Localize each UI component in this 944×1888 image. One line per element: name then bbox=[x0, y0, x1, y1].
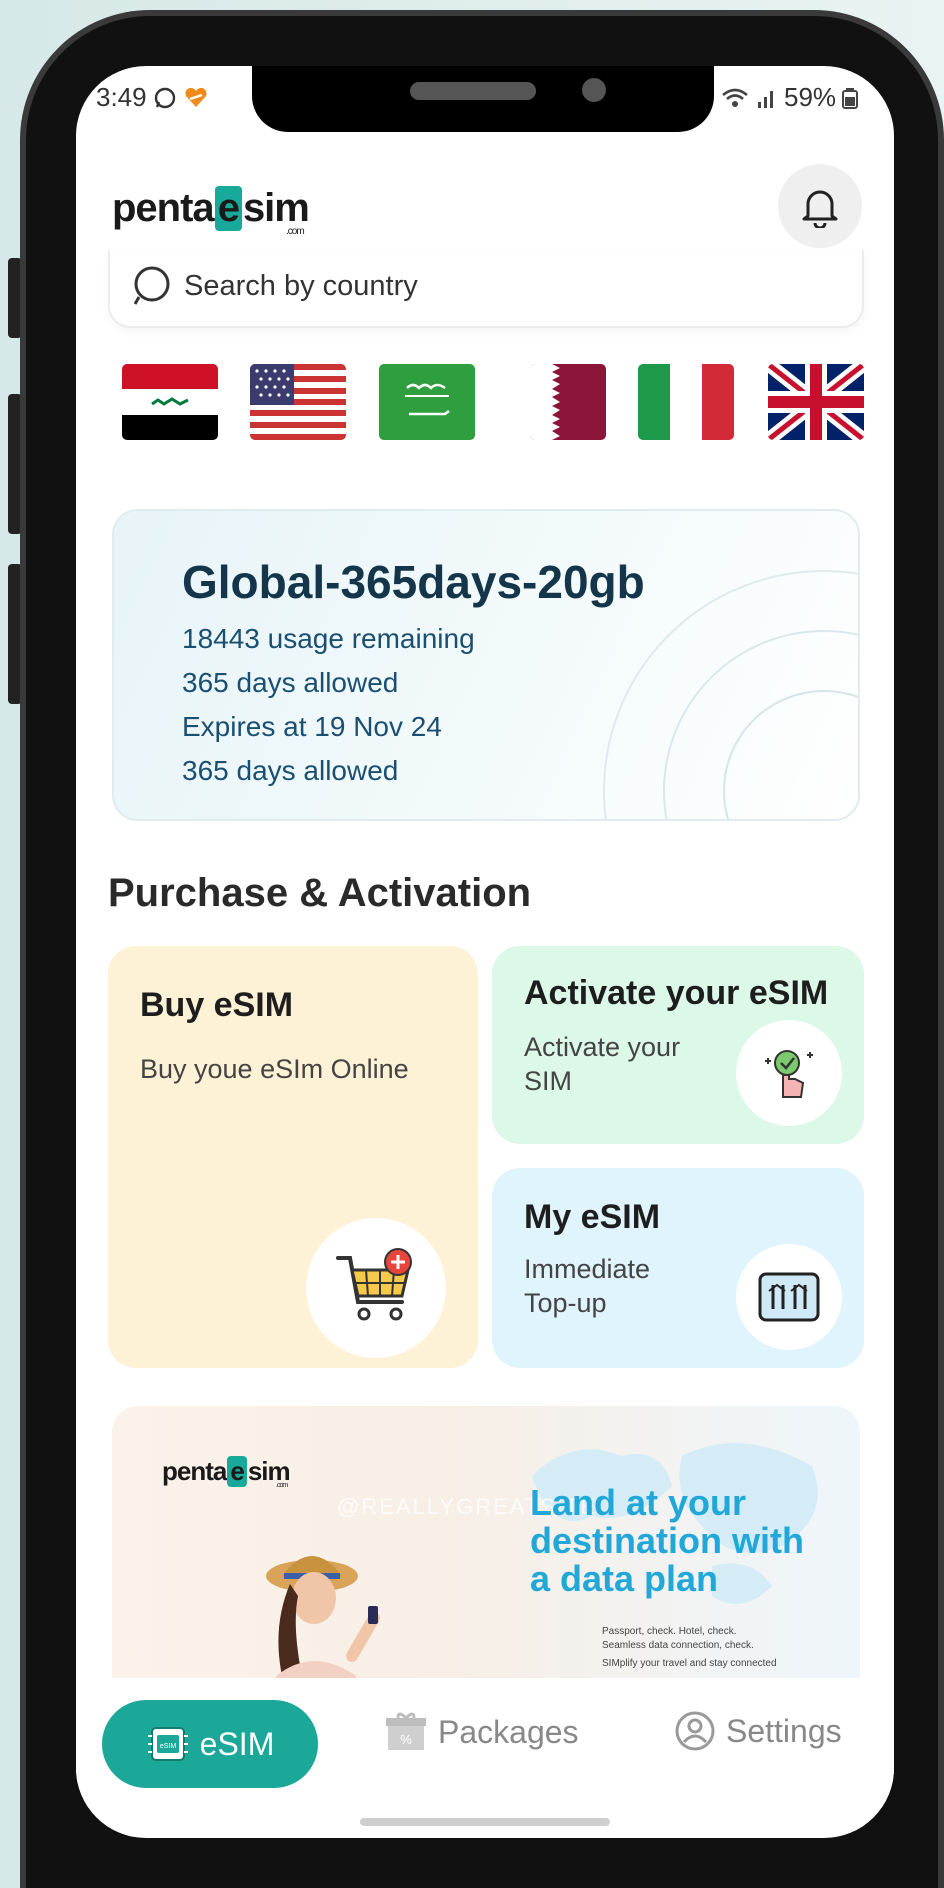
flag-italy[interactable] bbox=[638, 364, 734, 440]
notch bbox=[252, 66, 714, 132]
packages-icon: % bbox=[386, 1712, 426, 1750]
banner-headline-line1: Land at your bbox=[530, 1482, 747, 1523]
nav-settings-tab[interactable]: Settings bbox=[674, 1710, 842, 1752]
status-bar-right: 59% bbox=[720, 82, 859, 113]
shopping-cart-icon bbox=[336, 1248, 412, 1321]
nav-esim-label: eSIM bbox=[199, 1725, 275, 1762]
bell-icon bbox=[802, 190, 838, 228]
nav-packages-label: Packages bbox=[438, 1713, 579, 1750]
plan-title: Global-365days-20gb bbox=[182, 556, 645, 608]
logo-text-right: sim bbox=[242, 186, 310, 230]
signal-icon bbox=[758, 90, 773, 108]
section-title: Purchase & Activation bbox=[108, 871, 532, 915]
banner-body-line1: Passport, check. Hotel, check. bbox=[602, 1626, 737, 1637]
banner-logo-e: e bbox=[227, 1456, 247, 1487]
saudi-arabia-flag-icon bbox=[379, 364, 475, 440]
flag-united-kingdom[interactable] bbox=[768, 364, 864, 440]
cart-circle bbox=[306, 1218, 446, 1358]
banner-logo: penta e sim .com bbox=[162, 1456, 291, 1489]
logo-com: .com bbox=[286, 226, 305, 237]
flag-qatar[interactable] bbox=[530, 364, 606, 440]
svg-text:%: % bbox=[400, 1732, 412, 1747]
italy-flag-icon bbox=[638, 364, 734, 440]
flag-usa[interactable] bbox=[250, 364, 346, 440]
background: 3:49 59% penta e sim .com Search by countr… bbox=[0, 0, 944, 1888]
status-bar-left: 3:49 bbox=[96, 82, 209, 113]
app-logo: penta e sim .com bbox=[112, 186, 310, 237]
usa-flag-icon bbox=[250, 364, 346, 440]
plan-days-allowed: 365 days allowed bbox=[182, 667, 399, 698]
activate-circle bbox=[736, 1020, 842, 1126]
wifi-icon bbox=[722, 88, 748, 107]
plan-usage-remaining: 18443 usage remaining bbox=[182, 623, 475, 654]
banner-body-line3: SIMplify your travel and stay connected bbox=[602, 1658, 777, 1669]
buy-esim-subtitle: Buy youe eSIm Online bbox=[140, 1054, 409, 1084]
tap-activate-icon bbox=[765, 1050, 813, 1098]
my-esim-circle bbox=[736, 1244, 842, 1350]
my-esim-subtitle-line2: Top-up bbox=[524, 1288, 607, 1318]
flag-iraq[interactable] bbox=[122, 364, 218, 440]
activate-esim-subtitle-line2: SIM bbox=[524, 1066, 573, 1096]
my-esim-title: My eSIM bbox=[524, 1198, 661, 1236]
speaker bbox=[410, 82, 536, 100]
heart-app-icon bbox=[185, 87, 207, 107]
front-camera bbox=[582, 78, 606, 102]
iraq-flag-icon bbox=[122, 364, 218, 440]
nav-packages-tab[interactable]: % Packages bbox=[384, 1710, 579, 1754]
buy-esim-title: Buy eSIM bbox=[140, 986, 294, 1024]
search-bar[interactable]: Search by country bbox=[108, 250, 864, 328]
phone-screen: 3:49 59% penta e sim .com Search by countr… bbox=[76, 66, 894, 1838]
logo-e: e bbox=[214, 186, 242, 231]
banner-headline: Land at your destination with a data pla… bbox=[530, 1484, 830, 1598]
banner-logo-left: penta bbox=[162, 1456, 227, 1486]
banner-logo-com: .com bbox=[276, 1482, 288, 1489]
banner-headline-line2: destination with bbox=[530, 1520, 804, 1561]
battery-percent: 59% bbox=[784, 82, 837, 112]
bottom-navigation: eSIM eSIM % Packages Settings bbox=[76, 1678, 894, 1808]
logo-text-left: penta bbox=[112, 186, 215, 230]
svg-text:eSIM: eSIM bbox=[159, 1743, 176, 1750]
battery-icon bbox=[842, 87, 859, 109]
banner-headline-line3: a data plan bbox=[530, 1558, 719, 1599]
activate-esim-title: Activate your eSIM bbox=[524, 974, 829, 1012]
promo-banner[interactable]: penta e sim .com @REALLYGREATSITE Land at … bbox=[112, 1406, 860, 1706]
activate-esim-card[interactable]: Activate your eSIM Activate your SIM bbox=[492, 946, 864, 1144]
uk-flag-icon bbox=[768, 364, 864, 440]
nav-settings-label: Settings bbox=[726, 1712, 842, 1749]
notifications-button[interactable] bbox=[778, 164, 862, 248]
nav-esim-tab[interactable]: eSIM eSIM bbox=[102, 1700, 318, 1788]
banner-body-line2: Seamless data connection, check. bbox=[602, 1640, 754, 1651]
qatar-flag-icon bbox=[530, 364, 606, 440]
my-esim-card[interactable]: My eSIM Immediate Top-up bbox=[492, 1168, 864, 1368]
buy-esim-card[interactable]: Buy eSIM Buy youe eSIm Online bbox=[108, 946, 478, 1368]
esim-chip-icon: eSIM bbox=[147, 1727, 188, 1761]
active-plan-card[interactable]: Global-365days-20gb 18443 usage remainin… bbox=[112, 509, 860, 821]
my-esim-subtitle-line1: Immediate bbox=[524, 1254, 651, 1284]
search-input[interactable]: Search by country bbox=[184, 270, 418, 303]
sim-chip-icon bbox=[758, 1272, 820, 1322]
flag-saudi-arabia[interactable] bbox=[379, 364, 475, 440]
whatsapp-icon bbox=[154, 87, 175, 108]
plan-days-allowed-repeat: 365 days allowed bbox=[182, 755, 399, 786]
activate-esim-subtitle-line1: Activate your bbox=[524, 1032, 681, 1062]
status-time: 3:49 bbox=[96, 82, 147, 112]
search-icon bbox=[133, 266, 170, 305]
user-settings-icon bbox=[675, 1711, 715, 1751]
plan-expiry: Expires at 19 Nov 24 bbox=[182, 711, 442, 742]
home-indicator[interactable] bbox=[360, 1818, 610, 1826]
